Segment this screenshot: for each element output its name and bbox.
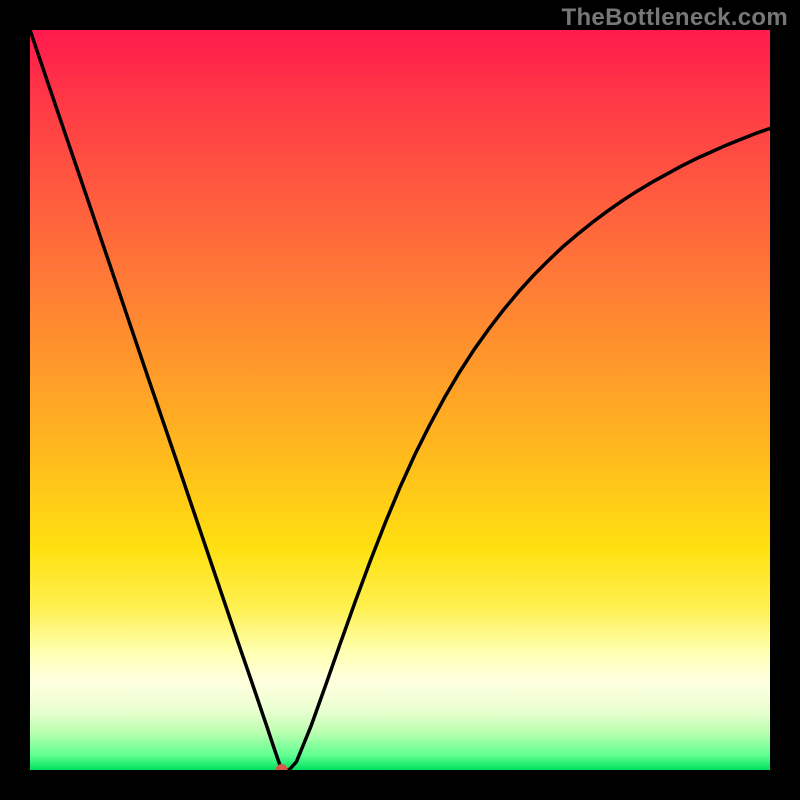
minimum-marker <box>276 764 288 770</box>
watermark-text: TheBottleneck.com <box>562 4 788 32</box>
bottleneck-curve <box>30 30 770 770</box>
chart-frame: TheBottleneck.com <box>0 0 800 800</box>
chart-svg <box>30 30 770 770</box>
plot-area <box>30 30 770 770</box>
